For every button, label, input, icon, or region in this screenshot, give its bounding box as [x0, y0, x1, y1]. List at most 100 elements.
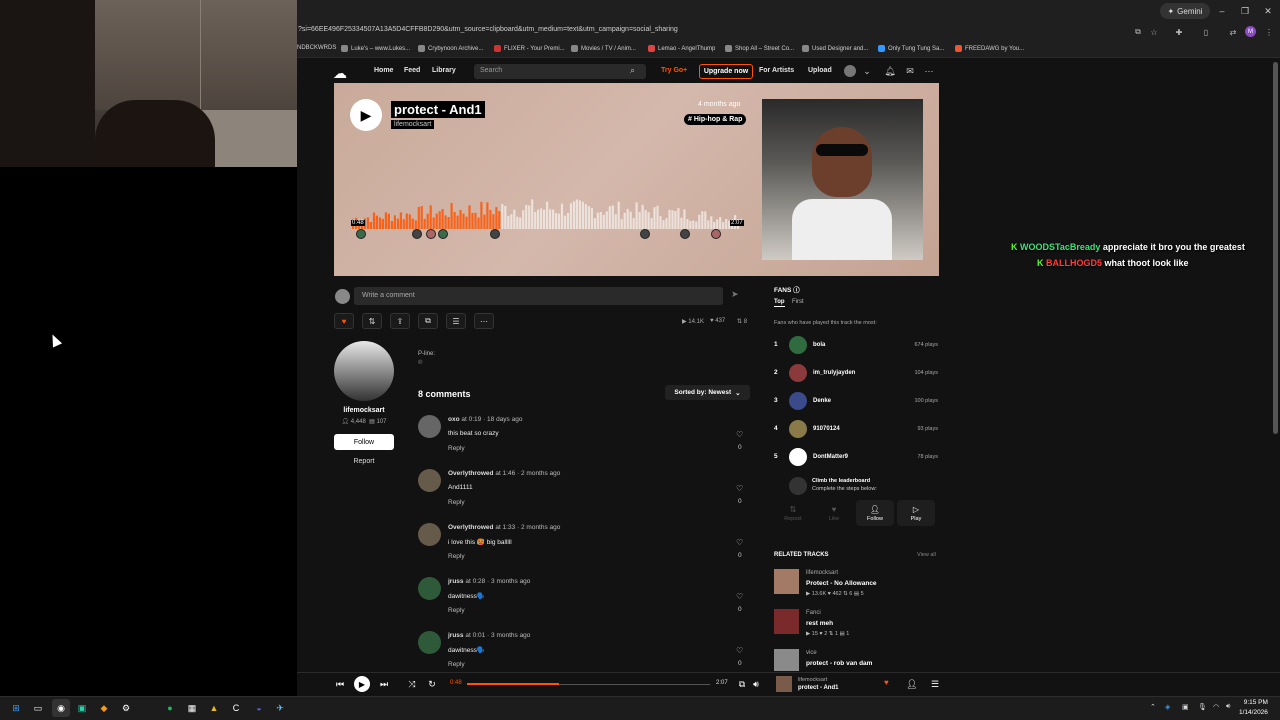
- bookmark-item[interactable]: FLIXER - Your Premi...: [494, 45, 565, 52]
- step-repost[interactable]: ⇅ Repost: [774, 500, 812, 526]
- related-title-text[interactable]: rest meh: [806, 620, 833, 627]
- add-to-next-button[interactable]: ☰: [446, 313, 466, 329]
- bookmark-item[interactable]: FREEDAWG by You...: [955, 45, 1024, 52]
- now-playing-artist[interactable]: lifemocksart: [798, 677, 827, 683]
- heart-icon[interactable]: ♡: [736, 484, 743, 493]
- like-button[interactable]: ♥: [334, 313, 354, 329]
- tray-icon[interactable]: ◈: [1165, 703, 1170, 711]
- menu-icon[interactable]: ⋮: [1262, 25, 1276, 39]
- chrome-icon[interactable]: ◉: [52, 699, 70, 717]
- wifi-icon[interactable]: ◠: [1213, 703, 1219, 711]
- nav-home[interactable]: Home: [374, 67, 393, 74]
- heart-icon[interactable]: ♡: [736, 646, 743, 655]
- repost-button[interactable]: ⇅: [362, 313, 382, 329]
- windows-start-icon[interactable]: ⊞: [7, 699, 25, 717]
- scrollbar[interactable]: [1273, 62, 1278, 434]
- try-go-link[interactable]: Try Go+: [661, 67, 687, 74]
- maximize-button[interactable]: ❐: [1235, 3, 1255, 19]
- step-like[interactable]: ♥ Like: [815, 500, 853, 526]
- upload-link[interactable]: Upload: [808, 67, 832, 74]
- reply-link[interactable]: Reply: [448, 499, 465, 506]
- related-artist[interactable]: lifemocksart: [806, 570, 838, 576]
- share-button[interactable]: ⇪: [390, 313, 410, 329]
- genre-tag[interactable]: # Hip-hop & Rap: [684, 114, 747, 125]
- close-window-button[interactable]: ✕: [1258, 3, 1278, 19]
- track-artwork[interactable]: [762, 99, 923, 260]
- mail-icon[interactable]: ✉: [903, 64, 917, 78]
- reply-link[interactable]: Reply: [448, 445, 465, 452]
- waveform-comment-avatar[interactable]: [356, 229, 366, 239]
- heart-icon[interactable]: ♥: [884, 678, 889, 687]
- bookmark-item[interactable]: Luke's – www.Lukes...: [341, 45, 410, 52]
- waveform-comment-avatar[interactable]: [412, 229, 422, 239]
- related-title-text[interactable]: protect - rob van dam: [806, 660, 872, 667]
- waveform[interactable]: [352, 195, 740, 231]
- heart-icon[interactable]: ♡: [736, 538, 743, 547]
- url-text[interactable]: ?si=66EE496F25334507A13A5D4CFFB8D290&utm…: [298, 26, 678, 33]
- bookmark-item[interactable]: NDBCKWRDS: [297, 45, 336, 51]
- step-follow[interactable]: 👤︎ Follow: [856, 500, 894, 526]
- related-cover[interactable]: [774, 649, 799, 671]
- now-playing-cover[interactable]: [776, 676, 792, 692]
- track-artist[interactable]: lifemocksart: [391, 120, 435, 129]
- waveform-comment-avatar[interactable]: [680, 229, 690, 239]
- fans-tab-first[interactable]: First: [792, 299, 804, 305]
- bell-icon[interactable]: 🔔︎: [883, 64, 897, 78]
- volume-icon[interactable]: 🔊︎: [1226, 703, 1230, 711]
- shuffle-icon[interactable]: ⤨: [405, 676, 419, 692]
- bookmark-item[interactable]: Only Tung Tung Sa...: [878, 45, 944, 52]
- upgrade-button[interactable]: Upgrade now: [699, 64, 753, 79]
- sidepanel-icon[interactable]: ▯: [1199, 25, 1213, 39]
- app-icon[interactable]: ▲: [205, 699, 223, 717]
- app-icon[interactable]: ▦: [183, 699, 201, 717]
- step-play[interactable]: ▷ Play: [897, 500, 935, 526]
- comment-avatar[interactable]: [418, 631, 441, 654]
- heart-icon[interactable]: ♡: [736, 430, 743, 439]
- clock[interactable]: 9:15 PM 1/14/2026: [1239, 698, 1268, 718]
- play-button[interactable]: ▶: [350, 99, 382, 131]
- comment-avatar[interactable]: [418, 469, 441, 492]
- gemini-button[interactable]: ✦ Gemini: [1160, 3, 1210, 19]
- tray-icon[interactable]: ▣: [1182, 703, 1189, 711]
- repeat-icon[interactable]: ↻: [425, 676, 439, 692]
- copy-link-button[interactable]: ⧉: [418, 313, 438, 329]
- artist-name[interactable]: lifemocksart: [334, 407, 394, 414]
- fan-avatar[interactable]: [789, 336, 807, 354]
- fan-avatar[interactable]: [789, 392, 807, 410]
- follow-button[interactable]: Follow: [334, 434, 394, 450]
- search-icon[interactable]: ▭: [29, 699, 47, 717]
- cast-icon[interactable]: ⇄: [1226, 25, 1240, 39]
- comment-avatar[interactable]: [418, 415, 441, 438]
- nav-feed[interactable]: Feed: [404, 67, 420, 74]
- minimize-button[interactable]: –: [1212, 3, 1232, 19]
- bookmark-item[interactable]: Shop All – Street Co...: [725, 45, 794, 52]
- search-icon[interactable]: ⌕: [630, 65, 635, 76]
- fans-tab-top[interactable]: Top: [774, 299, 785, 307]
- next-icon[interactable]: ⏭: [377, 676, 391, 692]
- fan-name[interactable]: Denke: [813, 398, 831, 404]
- queue-icon[interactable]: ☰: [928, 676, 942, 692]
- send-icon[interactable]: ➤: [731, 289, 739, 300]
- fan-name[interactable]: im_trulyjayden: [813, 370, 855, 376]
- fan-avatar[interactable]: [789, 364, 807, 382]
- related-title-text[interactable]: Protect - No Allowance: [806, 580, 877, 587]
- reply-link[interactable]: Reply: [448, 607, 465, 614]
- related-artist[interactable]: Fanci: [806, 610, 821, 616]
- artist-avatar[interactable]: [334, 341, 394, 401]
- extensions-icon[interactable]: ✚: [1172, 25, 1186, 39]
- chevron-down-icon[interactable]: ⌄: [860, 64, 874, 78]
- comment-avatar[interactable]: [418, 577, 441, 600]
- nav-library[interactable]: Library: [432, 67, 456, 74]
- for-artists-link[interactable]: For Artists: [759, 67, 794, 74]
- more-button[interactable]: ⋯: [474, 313, 494, 329]
- app-icon[interactable]: ◆: [95, 699, 113, 717]
- now-playing-title[interactable]: protect - And1: [798, 685, 838, 691]
- star-icon[interactable]: ☆: [1147, 25, 1161, 39]
- fan-avatar[interactable]: [789, 420, 807, 438]
- volume-icon[interactable]: 🔊︎: [749, 676, 763, 692]
- install-icon[interactable]: ⧉: [1131, 25, 1145, 39]
- comment-avatar[interactable]: [418, 523, 441, 546]
- more-icon[interactable]: ⋯: [922, 64, 936, 78]
- profile-avatar[interactable]: M: [1245, 26, 1256, 37]
- related-cover[interactable]: [774, 569, 799, 594]
